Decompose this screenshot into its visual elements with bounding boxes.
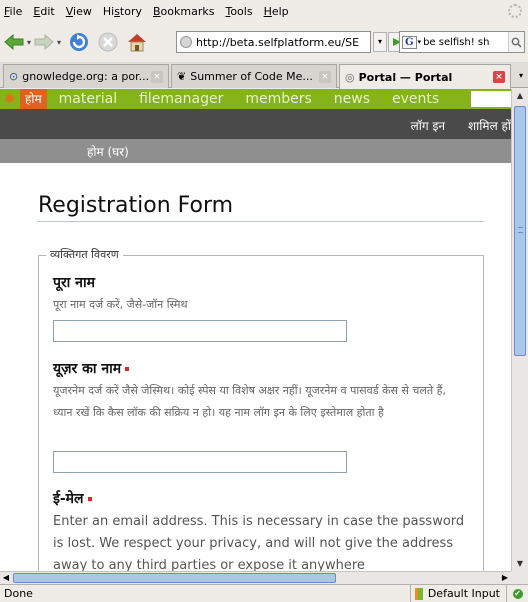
forward-history-dropdown-icon[interactable]: ▾ — [57, 38, 61, 47]
title-divider — [38, 221, 484, 222]
username-label: यूज़र का नाम — [53, 359, 130, 378]
search-engine-dropdown-icon[interactable]: ▾ — [418, 38, 422, 46]
input-method-label: Default Input — [427, 587, 500, 600]
throbber-icon — [508, 4, 522, 18]
home-button[interactable] — [126, 29, 148, 55]
back-history-dropdown-icon[interactable]: ▾ — [27, 38, 31, 47]
globe-icon: ◎ — [345, 70, 355, 84]
security-status[interactable]: ✔ — [506, 584, 528, 602]
nav-material[interactable]: material — [59, 91, 117, 107]
nav-events[interactable]: events — [392, 91, 439, 107]
site-search-box[interactable] — [471, 91, 511, 107]
tab-list-dropdown-icon[interactable]: ▾ — [514, 64, 528, 88]
browser-window: File Edit View History Bookmarks Tools H… — [0, 0, 528, 602]
tab-bar: ⊙ gnowledge.org: a por... × ❦ Summer of … — [0, 62, 528, 89]
menu-bookmarks[interactable]: Bookmarks — [153, 5, 214, 18]
checkmark-icon: ✔ — [512, 588, 523, 599]
horizontal-scrollbar[interactable]: ◀ ▶ — [0, 571, 511, 584]
fullname-field[interactable] — [53, 320, 347, 342]
join-link[interactable]: शामिल हों — [468, 117, 511, 134]
clock-icon: ⊙ — [9, 70, 19, 83]
site-navigation: ✺ होम material filemanager members news … — [0, 89, 511, 109]
vertical-scrollbar[interactable]: ▲ ▼ — [511, 89, 528, 571]
tab-summer-of-code[interactable]: ❦ Summer of Code Me... × — [171, 64, 337, 88]
required-marker — [125, 367, 130, 371]
menu-view[interactable]: View — [66, 5, 92, 18]
fullname-label: पूरा नाम — [53, 275, 95, 291]
scroll-left-icon[interactable]: ◀ — [0, 572, 12, 584]
vertical-scroll-thumb[interactable] — [514, 106, 526, 356]
url-bar[interactable]: http://beta.selfplatform.eu/SE — [176, 31, 371, 53]
search-bar[interactable]: G ▾ be selfish! sh — [399, 31, 525, 53]
auth-bar: लॉग इन शामिल हों — [0, 109, 511, 139]
menu-file[interactable]: File — [4, 5, 22, 18]
fieldset-legend: व्यक्तिगत विवरण — [46, 247, 123, 262]
scroll-up-icon[interactable]: ▲ — [512, 89, 528, 103]
nav-news[interactable]: news — [334, 91, 370, 107]
menu-bar: File Edit View History Bookmarks Tools H… — [0, 0, 528, 22]
fullname-help: पूरा नाम दर्ज करें, जैसे-जॉन स्मिथ — [53, 298, 188, 311]
url-text[interactable]: http://beta.selfplatform.eu/SE — [196, 36, 359, 49]
reload-icon — [70, 33, 89, 51]
forward-arrow-icon — [34, 34, 54, 50]
nav-home[interactable]: होम — [20, 89, 47, 109]
back-arrow-icon — [4, 34, 24, 50]
input-method-icon — [414, 587, 423, 600]
search-engine-icon[interactable]: G — [402, 35, 417, 49]
navigation-toolbar: ▾ ▾ http://beta.selfplatform.eu/SE ▾ G ▾… — [0, 22, 528, 62]
page-content: ✺ होम material filemanager members news … — [0, 89, 511, 571]
tab-label: Summer of Code Me... — [190, 70, 313, 83]
scrollbar-corner — [511, 571, 528, 584]
site-logo-icon[interactable]: ✺ — [0, 89, 20, 109]
url-history-dropdown-icon[interactable]: ▾ — [373, 32, 387, 52]
forward-button[interactable] — [34, 29, 54, 55]
scroll-right-icon[interactable]: ▶ — [499, 572, 511, 584]
reload-button[interactable] — [68, 29, 90, 55]
email-help: Enter an email address. This is necessar… — [53, 514, 465, 571]
nav-members[interactable]: members — [245, 91, 311, 107]
tab-label: Portal — Portal — [358, 70, 453, 84]
menu-help[interactable]: Help — [264, 5, 289, 18]
status-text: Done — [4, 587, 33, 600]
page-title: Registration Form — [38, 193, 234, 218]
input-method-indicator[interactable]: Default Input — [409, 584, 506, 602]
menu-history[interactable]: History — [103, 5, 142, 18]
close-tab-icon[interactable]: × — [151, 70, 163, 83]
site-identity-icon[interactable] — [180, 36, 192, 48]
search-input[interactable]: be selfish! sh — [423, 37, 508, 48]
tab-label: gnowledge.org: a por... — [22, 70, 150, 83]
tab-portal[interactable]: ◎ Portal — Portal × — [339, 64, 511, 89]
stop-button[interactable] — [98, 29, 118, 55]
breadcrumb[interactable]: होम (घर) — [87, 143, 129, 160]
back-button[interactable] — [4, 29, 24, 55]
magnifier-icon — [511, 37, 522, 48]
home-icon — [128, 34, 147, 52]
breadcrumb-bar: होम (घर) — [0, 139, 511, 163]
username-help: यूजरनेम दर्ज करें जैसे जेस्मिथ। कोई स्पे… — [53, 384, 446, 419]
horizontal-scroll-thumb[interactable] — [13, 573, 336, 583]
email-label: ई-मेल — [53, 489, 92, 508]
required-marker — [87, 497, 92, 501]
scroll-down-icon[interactable]: ▼ — [512, 557, 528, 571]
menu-edit[interactable]: Edit — [33, 5, 54, 18]
login-link[interactable]: लॉग इन — [411, 117, 445, 134]
nav-filemanager[interactable]: filemanager — [139, 91, 223, 107]
stop-icon — [98, 32, 118, 52]
gnu-icon: ❦ — [177, 70, 187, 83]
search-button[interactable] — [508, 32, 524, 52]
close-tab-icon[interactable]: × — [493, 71, 505, 83]
status-bar: Done Default Input ✔ — [0, 584, 528, 602]
menu-tools[interactable]: Tools — [225, 5, 252, 18]
username-field[interactable] — [53, 451, 347, 473]
close-tab-icon[interactable]: × — [319, 70, 331, 83]
tab-gnowledge[interactable]: ⊙ gnowledge.org: a por... × — [3, 64, 169, 88]
